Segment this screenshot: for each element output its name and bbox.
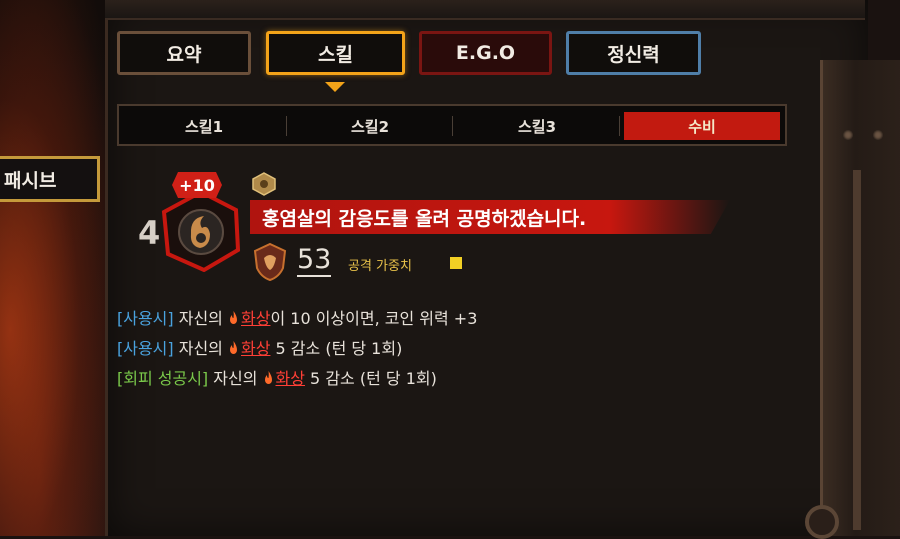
subtab-defense[interactable]: 수비 <box>624 112 780 140</box>
skill-name: 홍염살의 감응도를 올려 공명하겠습니다. <box>250 200 730 234</box>
effect-text: 자신의 <box>173 339 228 358</box>
evade-skill-icon[interactable] <box>160 190 242 272</box>
gluttony-sin-icon <box>252 172 276 196</box>
tab-skill[interactable]: 스킬 <box>266 31 405 75</box>
effect-line-3: [회피 성공시] 자신의 화상 5 감소 (턴 당 1회) <box>117 365 437 389</box>
background-fire <box>0 0 110 536</box>
bolt-icon <box>873 130 883 140</box>
effect-tag: [회피 성공시] <box>117 369 209 388</box>
effect-text: 5 감소 (턴 당 1회) <box>270 339 403 358</box>
flame-icon <box>230 341 237 354</box>
effect-line-1: [사용시] 자신의 화상이 10 이상이면, 코인 위력 +3 <box>117 305 477 329</box>
shield-icon <box>253 242 287 282</box>
effect-text: 자신의 <box>173 309 228 328</box>
right-decor-panel <box>820 60 900 536</box>
skill-power: 53 <box>297 244 332 277</box>
bolt-icon <box>843 130 853 140</box>
skill-level: 4 <box>138 214 161 252</box>
frame-top-bar <box>105 0 865 20</box>
tab-ego[interactable]: E.G.O <box>419 31 552 75</box>
burn-keyword[interactable]: 화상 <box>241 309 270 328</box>
attack-weight-label: 공격 가중치 <box>348 259 412 274</box>
subtab-divider <box>452 116 453 136</box>
pipe-decor <box>853 170 861 530</box>
subtab-divider <box>619 116 620 136</box>
tab-passive[interactable]: 패시브 <box>0 156 100 202</box>
effect-line-2: [사용시] 자신의 화상 5 감소 (턴 당 1회) <box>117 335 402 359</box>
tab-mental[interactable]: 정신력 <box>566 31 701 75</box>
effect-text: 5 감소 (턴 당 1회) <box>304 369 437 388</box>
effect-text: 이 10 이상이면, 코인 위력 +3 <box>270 309 478 328</box>
gear-icon <box>805 505 839 539</box>
burn-keyword[interactable]: 화상 <box>241 339 270 358</box>
subtab-skill2[interactable]: 스킬2 <box>288 112 452 140</box>
burn-keyword[interactable]: 화상 <box>276 369 305 388</box>
attack-weight-pip <box>450 257 462 269</box>
effect-tag: [사용시] <box>117 339 174 358</box>
subtab-skill1[interactable]: 스킬1 <box>122 112 286 140</box>
flame-icon <box>264 371 272 384</box>
flame-icon <box>230 311 237 324</box>
skill-upgrade-badge: +10 <box>172 172 222 198</box>
subtab-skill3[interactable]: 스킬3 <box>455 112 619 140</box>
effect-tag: [사용시] <box>117 309 174 328</box>
active-tab-pointer-icon <box>325 82 345 92</box>
subtab-divider <box>286 116 287 136</box>
tab-summary[interactable]: 요약 <box>117 31 251 75</box>
effect-text: 자신의 <box>208 369 263 388</box>
